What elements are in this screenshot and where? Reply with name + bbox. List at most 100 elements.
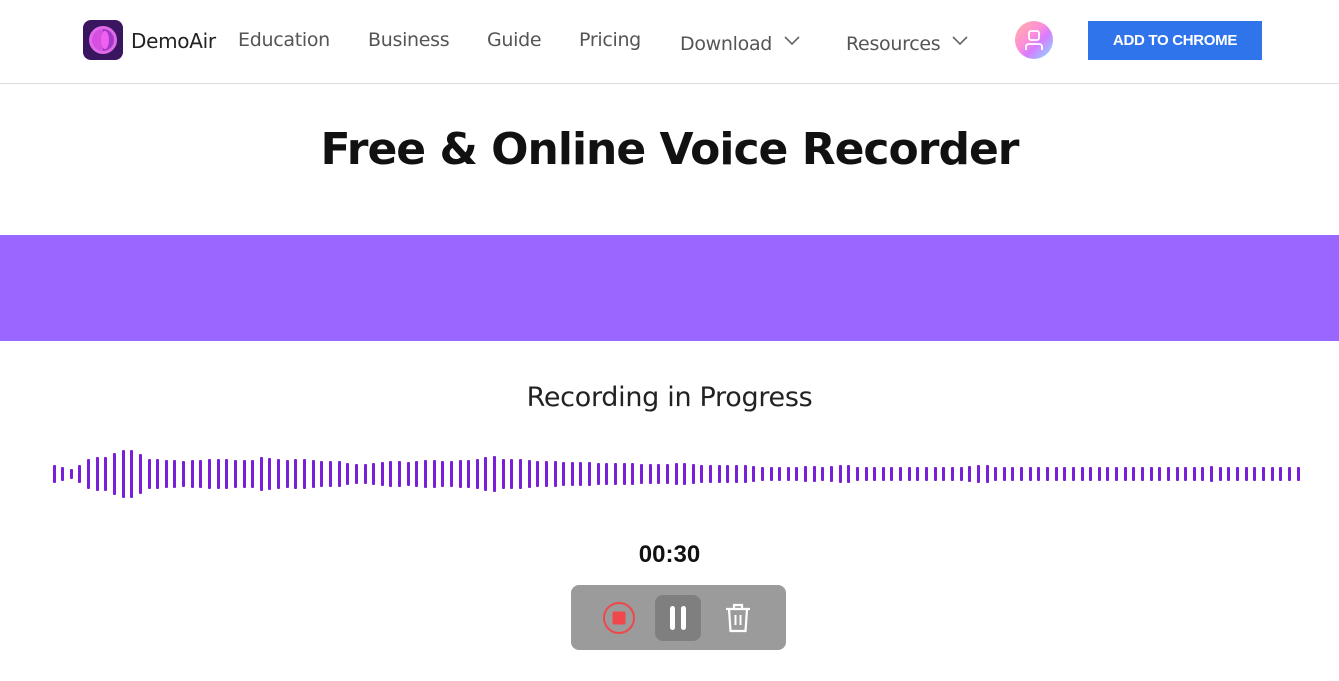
waveform-bar: [562, 462, 566, 486]
audio-waveform: [0, 440, 1339, 510]
waveform-bar: [346, 462, 350, 486]
nav-item-download[interactable]: Download: [680, 29, 800, 55]
waveform-bar: [199, 460, 203, 488]
waveform-bar: [458, 460, 462, 488]
waveform-bar: [311, 460, 315, 488]
waveform-bar: [415, 461, 419, 487]
waveform-bar: [337, 461, 341, 487]
waveform-bar: [795, 467, 799, 481]
pause-icon: [670, 606, 686, 630]
waveform-bar: [1244, 467, 1248, 481]
waveform-bar: [1063, 467, 1067, 481]
user-avatar[interactable]: [1015, 21, 1053, 59]
page-title: Free & Online Voice Recorder: [320, 124, 1020, 175]
waveform-bar: [648, 463, 652, 485]
recording-timer: 00:30: [638, 541, 701, 568]
waveform-bar: [398, 461, 402, 487]
waveform-bar: [493, 456, 497, 492]
waveform-bar: [536, 461, 540, 487]
waveform-bar: [1002, 467, 1006, 481]
waveform-bar: [631, 462, 635, 486]
recording-status: Recording in Progress: [526, 382, 813, 413]
waveform-bar: [622, 462, 626, 486]
waveform-bar: [1279, 467, 1283, 481]
waveform-bar: [251, 460, 255, 488]
waveform-bar: [328, 461, 332, 487]
waveform-bar: [1132, 467, 1136, 481]
waveform-bar: [674, 462, 678, 486]
waveform-bar: [475, 459, 479, 489]
pause-button[interactable]: [655, 595, 701, 641]
waveform-bar: [1210, 466, 1214, 482]
recorder-controls: [571, 585, 786, 650]
waveform-bar: [709, 465, 713, 483]
waveform-bar: [830, 466, 833, 482]
waveform-bar: [1020, 467, 1024, 481]
waveform-bar: [1270, 467, 1274, 481]
waveform-bar: [1261, 467, 1265, 481]
waveform-bar: [605, 462, 609, 486]
waveform-bar: [303, 459, 307, 489]
nav-item-guide[interactable]: Guide: [487, 29, 542, 51]
waveform-bar: [121, 450, 125, 498]
brand-name[interactable]: DemoAir: [131, 29, 216, 53]
waveform-bar: [968, 466, 972, 482]
waveform-bar: [112, 453, 116, 495]
waveform-bar: [726, 465, 730, 483]
waveform-bar: [233, 460, 237, 488]
waveform-bar: [1192, 467, 1196, 481]
waveform-bar: [760, 467, 764, 481]
nav-item-resources[interactable]: Resources: [846, 29, 968, 55]
demoair-logo-icon[interactable]: [83, 20, 123, 60]
waveform-bar: [147, 458, 151, 490]
waveform-bar: [1175, 467, 1179, 481]
waveform-bar: [320, 461, 324, 487]
waveform-bar: [1236, 467, 1240, 481]
waveform-bar: [769, 467, 773, 481]
waveform-bar: [173, 460, 177, 488]
waveform-bar: [1296, 467, 1300, 481]
waveform-bar: [1028, 467, 1032, 481]
waveform-bar: [614, 462, 618, 486]
waveform-bar: [1115, 467, 1119, 481]
nav-item-resources-label: Resources: [846, 33, 941, 55]
waveform-bar: [190, 460, 194, 488]
waveform-bar: [1097, 467, 1101, 481]
waveform-bar: [933, 467, 937, 481]
waveform-bar: [976, 465, 980, 483]
waveform-bar: [1054, 467, 1058, 481]
waveform-bar: [354, 463, 358, 485]
top-navigation: DemoAir Education Business Guide Pricing…: [0, 0, 1339, 84]
nav-item-education[interactable]: Education: [238, 29, 330, 51]
add-to-chrome-button[interactable]: ADD TO CHROME: [1088, 21, 1262, 60]
waveform-bar: [847, 465, 851, 483]
waveform-bar: [778, 467, 782, 481]
user-icon: [1025, 30, 1043, 50]
waveform-bar: [821, 467, 825, 481]
waveform-bar: [916, 467, 920, 481]
chevron-down-icon: [784, 29, 800, 51]
waveform-bar: [208, 459, 211, 489]
waveform-bar: [519, 459, 522, 489]
waveform-bar: [1045, 467, 1049, 481]
waveform-bar: [812, 466, 816, 482]
waveform-bar: [950, 467, 954, 481]
waveform-bar: [1253, 467, 1257, 481]
nav-item-business[interactable]: Business: [368, 29, 450, 51]
waveform-bar: [1184, 467, 1188, 481]
waveform-bar: [1106, 467, 1110, 481]
waveform-bar: [52, 465, 56, 483]
waveform-bar: [855, 467, 859, 481]
stop-record-icon: [603, 602, 635, 634]
stop-button[interactable]: [596, 595, 642, 641]
nav-item-pricing[interactable]: Pricing: [579, 29, 641, 51]
waveform-bar: [596, 462, 600, 486]
nav-item-download-label: Download: [680, 33, 773, 55]
delete-button[interactable]: [715, 595, 761, 641]
waveform-bar: [1218, 467, 1222, 481]
waveform-bar: [138, 454, 142, 494]
waveform-bar: [985, 465, 989, 483]
waveform-bar: [69, 468, 73, 480]
waveform-bar: [1149, 467, 1153, 481]
waveform-bar: [579, 462, 583, 486]
